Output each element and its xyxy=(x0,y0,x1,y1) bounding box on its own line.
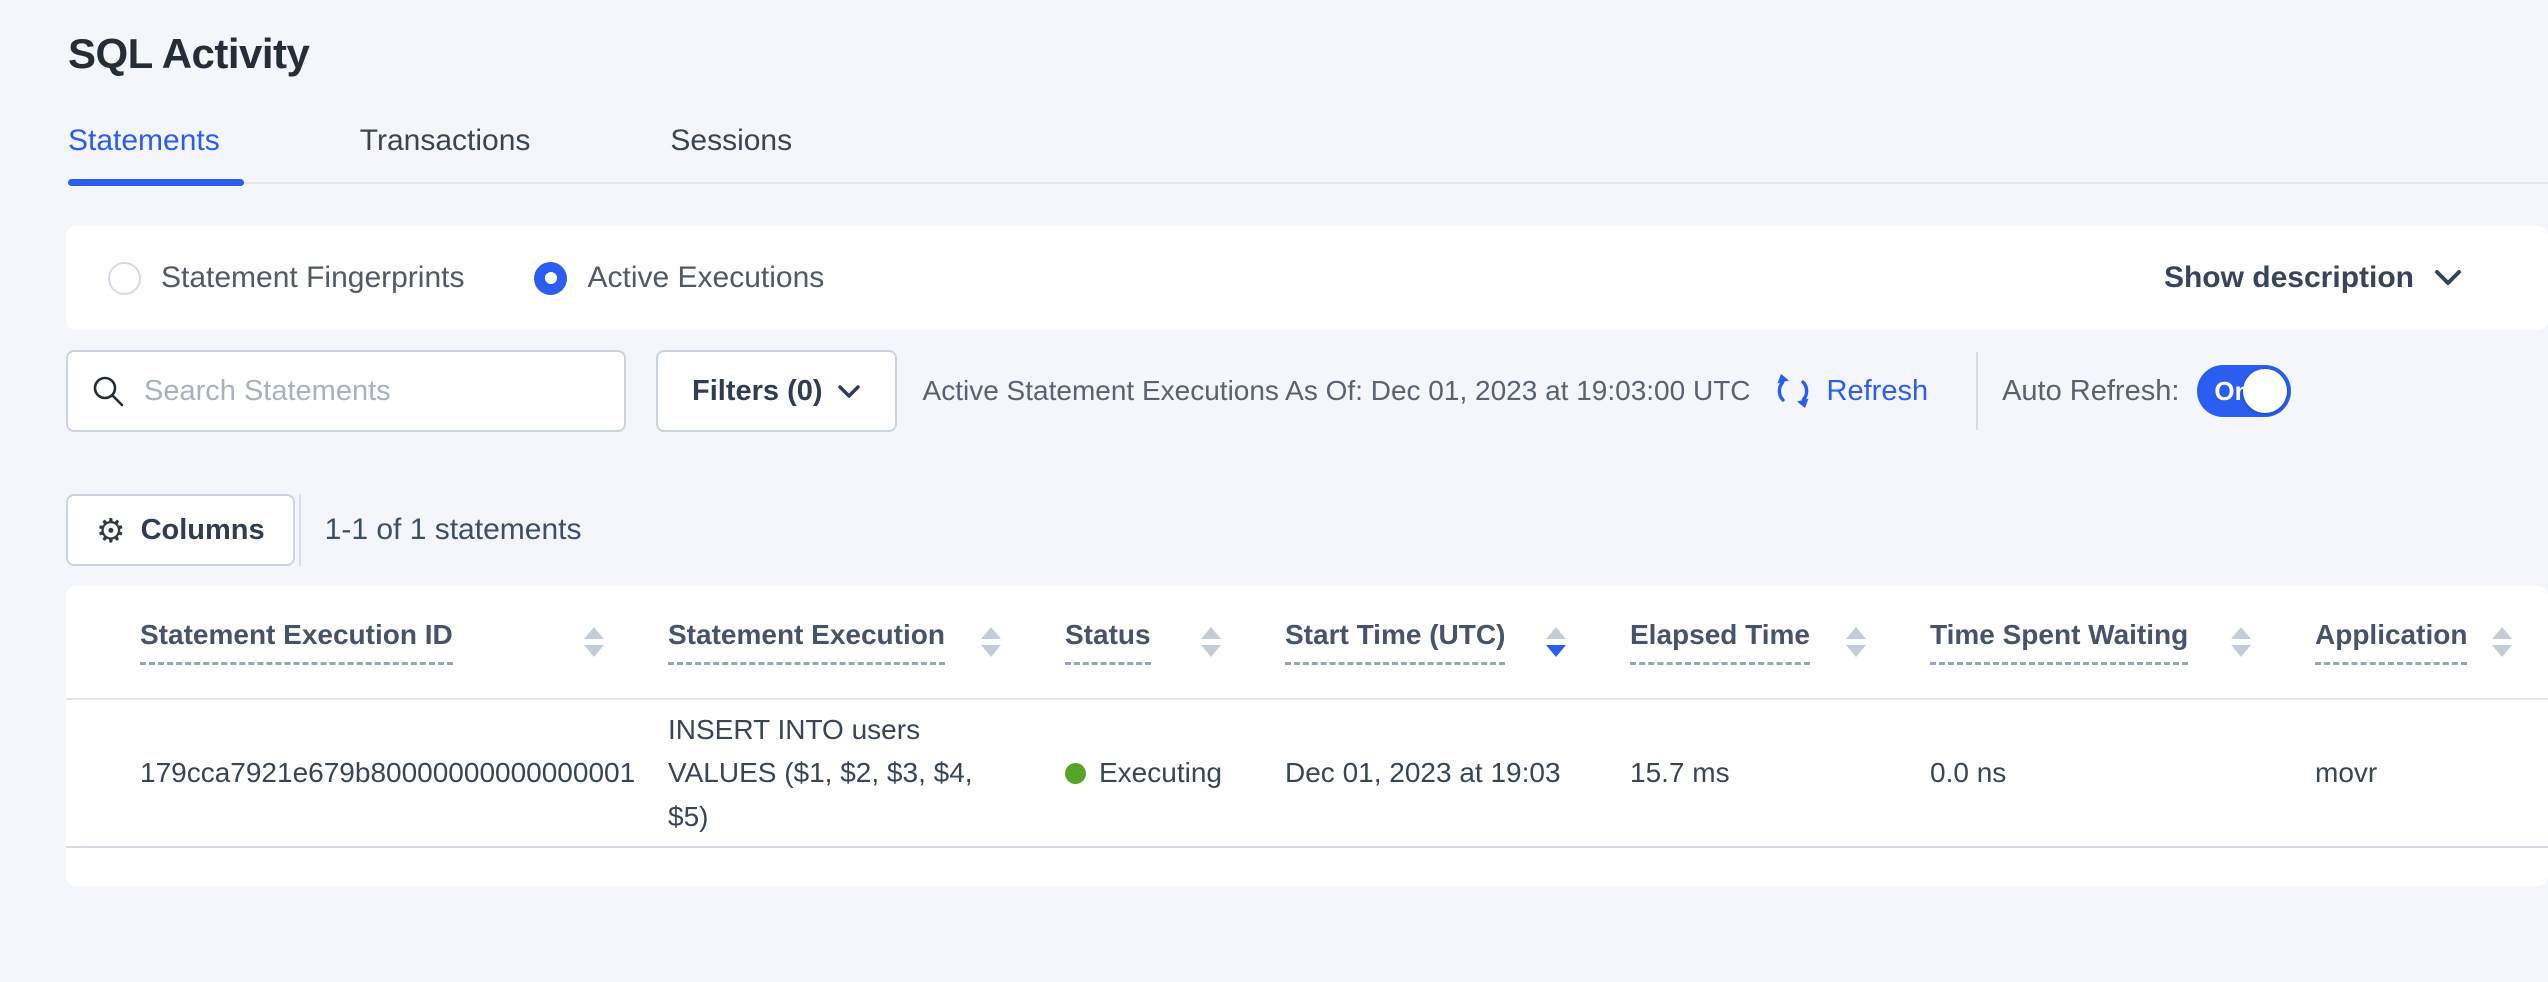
column-header-application[interactable]: Application xyxy=(2315,619,2548,665)
table-row[interactable]: 179cca7921e679b80000000000000001 INSERT … xyxy=(66,700,2548,848)
sort-icon xyxy=(2231,627,2251,657)
filters-button[interactable]: Filters (0) xyxy=(656,350,897,432)
column-header-statement-execution-id[interactable]: Statement Execution ID xyxy=(140,619,668,665)
cell-time-spent-waiting: 0.0 ns xyxy=(1930,757,2315,789)
tab-statements-label: Statements xyxy=(68,124,220,157)
sort-icon xyxy=(1846,627,1866,657)
radio-unselected-icon xyxy=(108,262,141,295)
tab-transactions[interactable]: Transactions xyxy=(360,124,573,182)
cell-execution-id: 179cca7921e679b80000000000000001 xyxy=(140,757,668,789)
sort-icon xyxy=(981,627,1001,657)
search-icon xyxy=(90,373,126,409)
vertical-divider xyxy=(299,494,301,566)
search-input[interactable] xyxy=(144,375,602,408)
radio-selected-icon xyxy=(534,262,567,295)
column-header-elapsed-time[interactable]: Elapsed Time xyxy=(1630,619,1930,665)
columns-button-label: Columns xyxy=(141,514,265,547)
status-label: Executing xyxy=(1099,757,1222,789)
radio-statement-fingerprints-label: Statement Fingerprints xyxy=(161,261,464,295)
statements-table: Statement Execution ID Statement Executi… xyxy=(66,586,2548,886)
tab-bar: Statements Transactions Sessions xyxy=(68,124,2548,184)
cell-status: Executing xyxy=(1065,757,1285,789)
columns-button[interactable]: ⚙ Columns xyxy=(66,494,295,566)
sort-icon xyxy=(1201,627,1221,657)
radio-active-executions-label: Active Executions xyxy=(587,261,824,295)
radio-active-executions[interactable]: Active Executions xyxy=(534,261,824,295)
refresh-button[interactable]: Refresh xyxy=(1773,371,1929,411)
view-mode-card: Statement Fingerprints Active Executions… xyxy=(66,226,2548,330)
auto-refresh-toggle[interactable]: On xyxy=(2197,365,2291,417)
tab-transactions-label: Transactions xyxy=(360,124,531,157)
tab-statements[interactable]: Statements xyxy=(68,124,262,182)
column-header-start-time[interactable]: Start Time (UTC) xyxy=(1285,619,1630,665)
refresh-label: Refresh xyxy=(1827,375,1929,408)
vertical-divider xyxy=(1976,352,1978,430)
table-header-row: Statement Execution ID Statement Executi… xyxy=(66,586,2548,700)
column-header-time-spent-waiting[interactable]: Time Spent Waiting xyxy=(1930,619,2315,665)
show-description-button[interactable]: Show description xyxy=(2164,261,2462,295)
tab-sessions-label: Sessions xyxy=(670,124,792,157)
result-count: 1-1 of 1 statements xyxy=(325,513,582,547)
sql-activity-page: SQL Activity Statements Transactions Ses… xyxy=(0,30,2548,982)
tab-sessions[interactable]: Sessions xyxy=(670,124,834,182)
columns-row: ⚙ Columns 1-1 of 1 statements xyxy=(66,494,2548,566)
sort-icon xyxy=(584,627,604,657)
controls-row: Filters (0) Active Statement Executions … xyxy=(66,350,2548,432)
cell-application: movr xyxy=(2315,757,2548,789)
auto-refresh-label: Auto Refresh: xyxy=(2002,375,2179,408)
search-box xyxy=(66,350,626,432)
sort-desc-icon xyxy=(1546,627,1566,657)
refresh-icon xyxy=(1773,371,1813,411)
gear-icon: ⚙ xyxy=(96,511,126,550)
as-of-text: Active Statement Executions As Of: Dec 0… xyxy=(923,375,1751,407)
sort-icon xyxy=(2492,627,2512,657)
column-header-status[interactable]: Status xyxy=(1065,619,1285,665)
chevron-down-icon xyxy=(837,384,861,399)
column-header-statement-execution[interactable]: Statement Execution xyxy=(668,619,1065,665)
cell-statement: INSERT INTO users VALUES ($1, $2, $3, $4… xyxy=(668,708,1065,838)
cell-elapsed-time: 15.7 ms xyxy=(1630,757,1930,789)
page-title: SQL Activity xyxy=(68,30,2548,78)
cell-start-time: Dec 01, 2023 at 19:03 xyxy=(1285,757,1630,789)
radio-statement-fingerprints[interactable]: Statement Fingerprints xyxy=(108,261,464,295)
filters-button-label: Filters (0) xyxy=(692,375,823,408)
toggle-knob xyxy=(2243,369,2287,413)
chevron-down-icon xyxy=(2434,269,2462,287)
status-dot-icon xyxy=(1065,763,1086,784)
show-description-label: Show description xyxy=(2164,261,2414,295)
